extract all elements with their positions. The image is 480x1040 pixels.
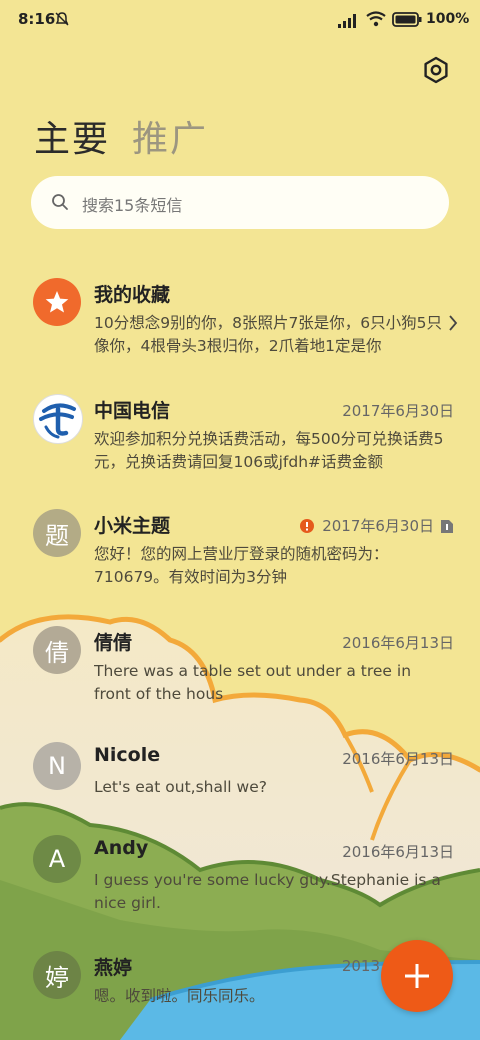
message-preview: I guess you're some lucky guy.Stephanie … [94, 871, 441, 912]
sim-card-icon [441, 518, 453, 537]
plus-icon [405, 964, 429, 988]
status-time: 8:16 [18, 10, 56, 28]
search-bar[interactable]: 搜索15条短信 [31, 176, 449, 229]
conversation-item-china-telecom[interactable]: 中国电信 2017年6月30日 欢迎参加积分兑换话费活动，每500分可兑换话费5… [0, 394, 480, 504]
gear-icon [424, 56, 448, 84]
message-preview: Let's eat out,shall we? [94, 778, 267, 796]
message-date: 2016年6月13日 [342, 843, 454, 861]
avatar [33, 394, 83, 444]
avatar-initial: N [48, 752, 66, 780]
battery-percent: 100% [426, 11, 470, 27]
contact-name: Andy [94, 837, 149, 859]
contact-name: 中国电信 [94, 400, 171, 422]
message-date: 2013 [341, 957, 380, 975]
avatar: N [33, 742, 81, 790]
conversation-item-favorites[interactable]: 我的收藏 10分想念9别的你，8张照片7张是你，6只小狗5只像你，4根骨头3根归… [0, 278, 480, 388]
contact-name: 小米主题 [94, 515, 171, 537]
message-date: 2016年6月13日 [342, 634, 454, 652]
message-preview: 10分想念9别的你，8张照片7张是你，6只小狗5只像你，4根骨头3根归你，2爪着… [94, 314, 443, 355]
silent-bell-icon [54, 11, 70, 31]
avatar: A [33, 835, 81, 883]
search-placeholder: 搜索15条短信 [82, 196, 183, 215]
chevron-right-icon [448, 314, 458, 336]
failed-alert-icon [300, 518, 314, 537]
tab-promotions[interactable]: 推广 [132, 110, 208, 162]
message-preview: 您好！您的网上营业厅登录的随机密码为：710679。有效时间为3分钟 [94, 545, 389, 586]
message-date: 2017年6月30日 [342, 402, 454, 420]
message-preview: 欢迎参加积分兑换话费活动，每500分可兑换话费5元，兑换话费请回复106或jfd… [94, 430, 444, 471]
avatar: 倩 [33, 626, 81, 674]
wifi-icon [366, 11, 386, 31]
china-telecom-logo [39, 403, 76, 439]
message-preview: There was a table set out under a tree i… [94, 662, 412, 703]
avatar [33, 278, 81, 326]
status-bar: 8:16 100% [0, 0, 480, 40]
conversation-item-andy[interactable]: A Andy 2016年6月13日 I guess you're some lu… [0, 835, 480, 945]
avatar: 婷 [33, 951, 81, 999]
contact-name: 燕婷 [94, 957, 133, 979]
contact-name: Nicole [94, 744, 161, 766]
message-date: 2016年6月13日 [342, 750, 454, 768]
conversation-item-qianqian[interactable]: 倩 倩倩 2016年6月13日 There was a table set ou… [0, 626, 480, 736]
settings-button[interactable] [420, 54, 452, 86]
message-date: 2017年6月30日 [322, 517, 434, 535]
contact-name: 倩倩 [94, 632, 133, 654]
compose-button[interactable] [381, 940, 453, 1012]
signal-icon [338, 13, 360, 32]
search-icon [51, 193, 69, 215]
battery-icon [392, 12, 422, 31]
conversation-item-xiaomi-theme[interactable]: 题 小米主题 2017年6月30日 您好！您的网上营业厅登录的随机密码为：710… [0, 509, 480, 619]
avatar-initial: 倩 [45, 638, 69, 667]
avatar-initial: A [48, 845, 66, 873]
contact-name: 我的收藏 [94, 284, 171, 306]
avatar-initial: 婷 [45, 963, 69, 992]
star-icon [45, 291, 69, 313]
tab-primary[interactable]: 主要 [34, 110, 110, 162]
category-tabs: 主要 推广 [34, 112, 208, 162]
avatar-initial: 题 [45, 521, 69, 550]
avatar: 题 [33, 509, 81, 557]
